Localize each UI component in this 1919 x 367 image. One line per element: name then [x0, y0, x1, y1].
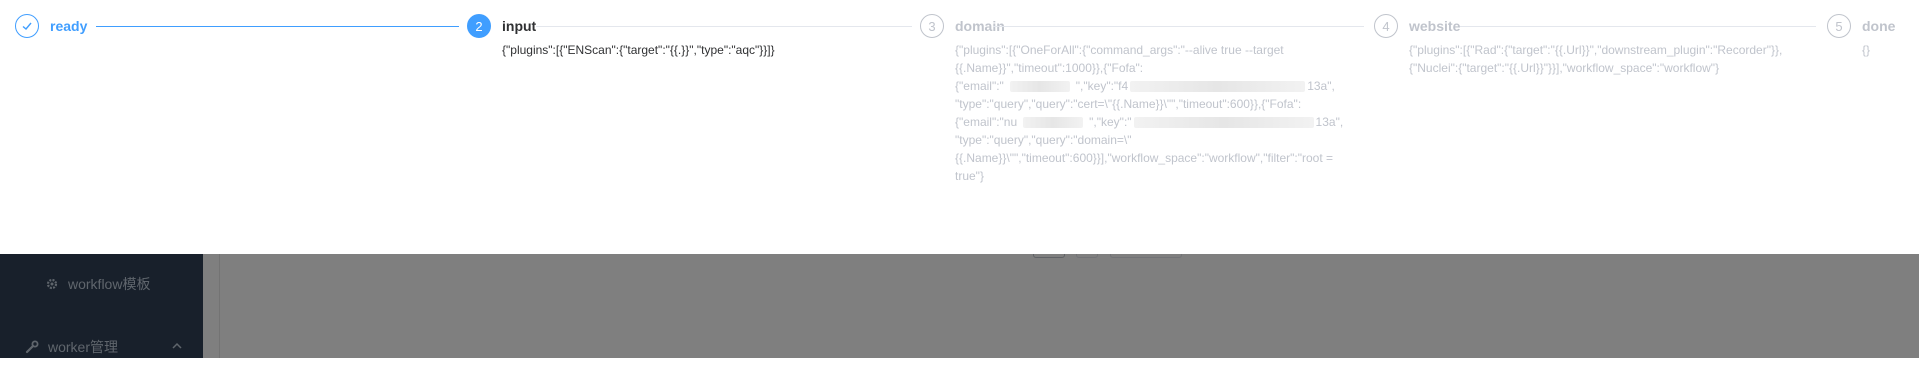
step-description: {"plugins":[{"OneForAll":{"command_args"…	[955, 41, 1385, 185]
desc-fragment: {"email":"	[955, 79, 1004, 93]
step-title: input	[502, 18, 537, 34]
desc-line: {"plugins":[{"OneForAll":{"command_args"…	[955, 43, 1284, 57]
step-number: 4	[1374, 14, 1398, 38]
step-title: done	[1862, 18, 1896, 34]
desc-line: {{.Name}}\"","timeout":600}}],"workflow_…	[955, 151, 1334, 165]
step-title: ready	[50, 18, 88, 34]
redacted-block	[1133, 117, 1314, 129]
desc-fragment: ","key":"f4	[1075, 79, 1129, 93]
check-icon	[15, 14, 39, 38]
step-connector	[96, 26, 459, 27]
desc-line: {"plugins":[{"Rad":{"target":"{{.Url}}",…	[1409, 43, 1783, 57]
redacted-block	[1023, 117, 1084, 129]
redacted-block	[1009, 81, 1070, 93]
step-description: {}	[1862, 43, 1871, 57]
desc-line: {"Nuclei":{"target":"{{.Url}}"}}],"workf…	[1409, 61, 1720, 75]
step-connector	[1460, 26, 1816, 27]
desc-line: {"email":"nu ","key":" 13a",	[955, 113, 1385, 131]
desc-fragment: 13a",	[1315, 115, 1344, 129]
step-description: {"plugins":[{"Rad":{"target":"{{.Url}}",…	[1409, 41, 1829, 77]
step-number: 5	[1827, 14, 1851, 38]
desc-fragment: ","key":"	[1089, 115, 1132, 129]
desc-line: {"email":" ","key":"f4 13a",	[955, 77, 1385, 95]
desc-line: {{.Name}}","timeout":1000}},{"Fofa":	[955, 61, 1144, 75]
step-connector	[993, 26, 1364, 27]
modal-overlay	[0, 254, 1919, 358]
redacted-block	[1130, 81, 1306, 93]
desc-line: true"}	[955, 169, 984, 183]
desc-fragment: {"email":"nu	[955, 115, 1018, 129]
desc-fragment: 13a",	[1307, 79, 1335, 93]
step-description: {"plugins":[{"ENScan":{"target":"{{.}}",…	[502, 43, 775, 57]
step-title: website	[1409, 18, 1461, 34]
step-number: 2	[467, 14, 491, 38]
step-number: 3	[920, 14, 944, 38]
desc-line: "type":"query","query":"domain=\"	[955, 133, 1132, 147]
step-connector	[536, 26, 912, 27]
desc-line: "type":"query","query":"cert=\"{{.Name}}…	[955, 97, 1302, 111]
workflow-steps-panel: ready 2 input {"plugins":[{"ENScan":{"ta…	[0, 0, 1919, 254]
